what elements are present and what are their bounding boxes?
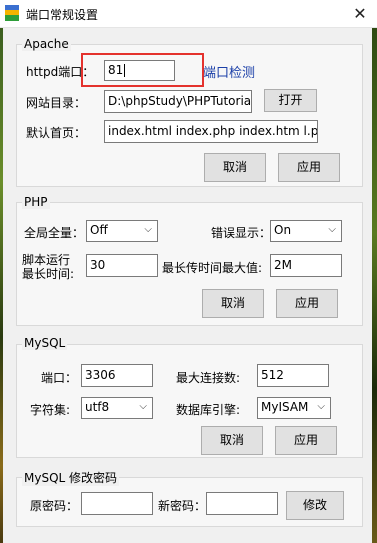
chevron-down-icon: ⌵ (317, 401, 325, 412)
apache-group-title: Apache (22, 37, 71, 51)
mysql-apply-button[interactable]: 应用 (275, 426, 337, 455)
max-connections-input[interactable]: 512 (257, 364, 329, 387)
modify-password-button[interactable]: 修改 (286, 491, 344, 520)
chevron-down-icon: ⌵ (328, 224, 336, 235)
global-select-value: Off (90, 223, 108, 237)
apache-apply-button[interactable]: 应用 (278, 153, 340, 182)
php-group-title: PHP (22, 195, 50, 209)
port-check-link[interactable]: 端口检测 (203, 62, 255, 81)
new-password-label: 新密码： (158, 499, 207, 513)
mysql-port-input[interactable]: 3306 (81, 364, 153, 387)
mysql-cancel-button[interactable]: 取消 (201, 426, 263, 455)
error-display-label: 错误显示： (211, 226, 272, 240)
chevron-down-icon: ⌵ (144, 224, 152, 235)
close-button[interactable]: ✕ (348, 3, 372, 25)
global-label: 全局全量： (24, 226, 85, 240)
port-highlight-box (81, 53, 204, 87)
open-button[interactable]: 打开 (264, 89, 317, 112)
php-apply-button[interactable]: 应用 (276, 289, 338, 318)
window-title: 端口常规设置 (26, 8, 99, 22)
upload-max-label: 最长传时间最大值: (162, 261, 263, 275)
mysql-port-label: 端口： (41, 371, 78, 385)
web-root-label: 网站目录： (26, 96, 87, 110)
apache-cancel-button[interactable]: 取消 (204, 153, 266, 182)
new-password-input[interactable] (206, 492, 278, 515)
old-password-label: 原密码： (30, 499, 79, 513)
charset-select-value: utf8 (85, 400, 110, 414)
old-password-input[interactable] (81, 492, 153, 515)
charset-label: 字符集: (30, 403, 71, 417)
default-index-label: 默认首页： (26, 126, 87, 140)
app-icon (5, 5, 19, 21)
upload-max-input[interactable]: 2M (270, 254, 342, 277)
web-root-input[interactable]: D:\phpStudy\PHPTutorial\WW (104, 90, 252, 113)
default-index-input[interactable]: index.html index.php index.htm l.php (104, 120, 318, 143)
script-time-label-line2: 最长时间: (22, 267, 75, 281)
background-edge-left (0, 28, 3, 543)
password-group-title: MySQL 修改密码 (22, 469, 120, 486)
error-display-value: On (274, 223, 292, 237)
db-engine-label: 数据库引擎: (176, 403, 241, 417)
db-engine-select-value: MyISAM (261, 400, 309, 414)
chevron-down-icon: ⌵ (139, 401, 147, 412)
php-cancel-button[interactable]: 取消 (202, 289, 264, 318)
error-display-select[interactable]: On ⌵ (270, 220, 342, 242)
global-select[interactable]: Off ⌵ (86, 220, 158, 242)
max-connections-label: 最大连接数: (176, 371, 241, 385)
script-time-input[interactable]: 30 (86, 254, 158, 277)
background-edge-right (372, 28, 377, 543)
mysql-group-title: MySQL (22, 336, 68, 350)
db-engine-select[interactable]: MyISAM ⌵ (257, 397, 331, 419)
charset-select[interactable]: utf8 ⌵ (81, 397, 153, 419)
